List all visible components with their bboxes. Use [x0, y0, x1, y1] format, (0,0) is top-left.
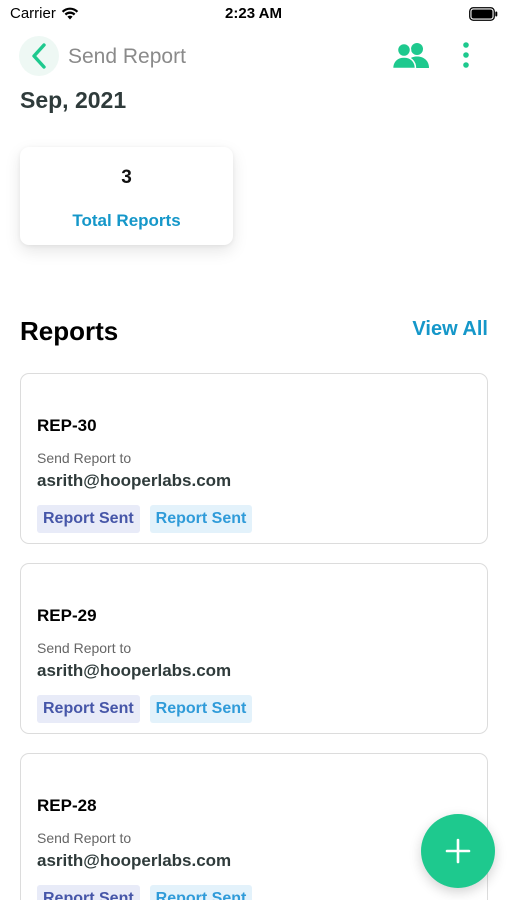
status-bar: Carrier 2:23 AM [0, 0, 507, 30]
reports-heading: Reports [20, 316, 119, 346]
report-email: asrith@hooperlabs.com [37, 851, 232, 870]
report-subtitle: Send Report to [37, 640, 132, 656]
status-badge: Report Sent [37, 885, 140, 900]
report-id: REP-28 [37, 796, 97, 815]
chevron-left-icon [32, 43, 46, 69]
view-all-link[interactable]: View All [412, 318, 488, 341]
report-subtitle: Send Report to [37, 830, 132, 846]
status-badge: Report Sent [149, 505, 253, 533]
clock: 2:23 AM [225, 5, 282, 22]
report-id: REP-29 [37, 606, 97, 625]
more-vertical-icon [463, 42, 469, 68]
screen: Carrier 2:23 AM Send Report Sep, 2021 3 … [0, 0, 507, 900]
report-id: REP-30 [37, 416, 97, 435]
status-badge: Report Sent [149, 695, 253, 723]
report-card[interactable]: REP-29 Send Report to asrith@hooperlabs.… [20, 563, 488, 734]
page-title: Send Report [68, 45, 186, 68]
total-reports-count: 3 [121, 167, 132, 188]
status-badge: Report Sent [37, 695, 140, 723]
status-badges: Report Sent Report Sent [37, 885, 253, 900]
period-title: Sep, 2021 [20, 87, 127, 113]
more-options-button[interactable] [455, 38, 477, 72]
report-email: asrith@hooperlabs.com [37, 471, 232, 490]
plus-icon [445, 838, 471, 864]
total-reports-card[interactable]: 3 Total Reports [20, 147, 233, 245]
report-card[interactable]: REP-30 Send Report to asrith@hooperlabs.… [20, 373, 488, 544]
header: Send Report [0, 32, 507, 80]
status-badge: Report Sent [149, 885, 253, 900]
report-subtitle: Send Report to [37, 450, 132, 466]
status-badges: Report Sent Report Sent [37, 695, 253, 723]
total-reports-label: Total Reports [72, 211, 181, 230]
users-button[interactable] [392, 40, 430, 70]
users-icon [392, 42, 429, 69]
report-email: asrith@hooperlabs.com [37, 661, 232, 680]
add-report-button[interactable] [421, 814, 495, 888]
battery-icon [469, 7, 498, 21]
status-badges: Report Sent Report Sent [37, 505, 253, 533]
status-badge: Report Sent [37, 505, 140, 533]
back-button[interactable] [19, 36, 59, 76]
report-card[interactable]: REP-28 Send Report to asrith@hooperlabs.… [20, 753, 488, 900]
